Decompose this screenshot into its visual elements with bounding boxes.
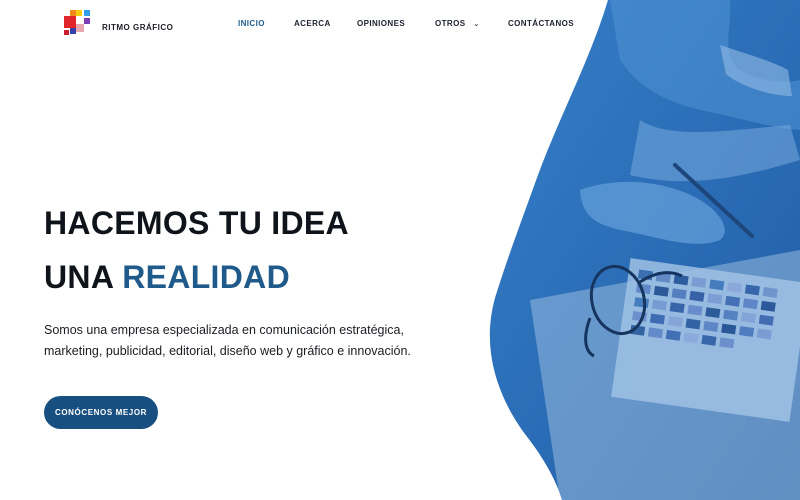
nav-item-otros-label: OTROS (435, 19, 466, 28)
hero-headline: HACEMOS TU IDEA UNA REALIDAD (44, 196, 349, 304)
pixel-squares-logo-icon (64, 10, 94, 40)
hero-image (470, 0, 800, 500)
chevron-down-icon: ⌄ (473, 21, 480, 28)
nav-item-opiniones[interactable]: OPINIONES (357, 19, 405, 28)
brand-name: RITMO GRÁFICO (102, 22, 174, 32)
nav-item-inicio[interactable]: INICIO (238, 19, 265, 28)
brand-logo[interactable]: RITMO GRÁFICO (64, 10, 173, 40)
headline-line2-accent: REALIDAD (122, 259, 290, 295)
description-line2: marketing, publicidad, editorial, diseño… (44, 344, 411, 358)
headline-line1: HACEMOS TU IDEA (44, 205, 349, 241)
conocenos-mejor-button[interactable]: CONÓCENOS MEJOR (44, 396, 158, 429)
hero-description: Somos una empresa especializada en comun… (44, 320, 464, 362)
description-line1: Somos una empresa especializada en comun… (44, 323, 404, 337)
nav-item-otros[interactable]: OTROS ⌄ (435, 19, 480, 28)
headline-line2-prefix: UNA (44, 259, 114, 295)
nav-item-contactanos[interactable]: CONTÁCTANOS (508, 19, 574, 28)
nav-item-acerca[interactable]: ACERCA (294, 19, 331, 28)
